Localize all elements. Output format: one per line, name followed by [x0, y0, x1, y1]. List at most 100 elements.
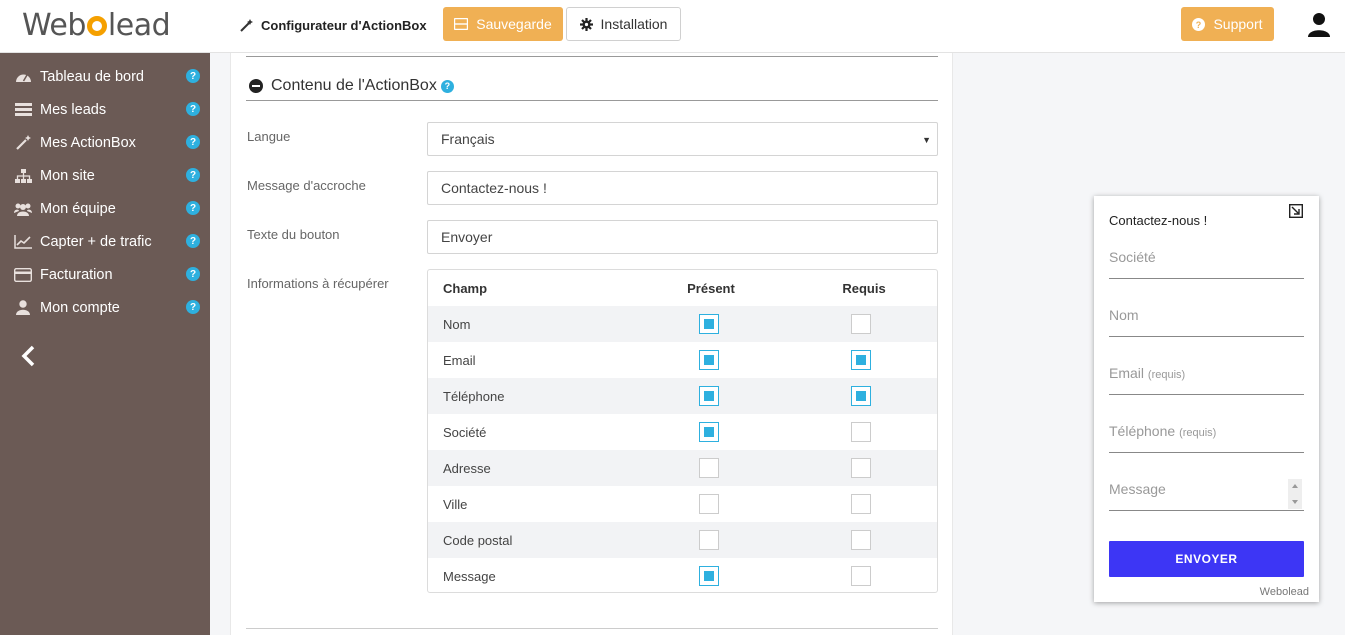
- champ-cell: Téléphone: [443, 388, 505, 404]
- chevron-down-icon: ▼: [922, 135, 931, 145]
- preview-field-label: Société: [1109, 249, 1156, 265]
- requis-checkbox[interactable]: [851, 350, 871, 370]
- user-account-icon[interactable]: [1306, 12, 1332, 38]
- actionbox-config-panel: Contenu de l'ActionBox ? Langue Français…: [230, 53, 953, 635]
- champ-cell: Adresse: [443, 460, 491, 476]
- actionbox-preview: Contactez-nous ! Société Nom Email (requis…: [1094, 196, 1319, 602]
- present-checkbox[interactable]: [699, 422, 719, 442]
- help-icon[interactable]: ?: [186, 102, 200, 116]
- bouton-text-input[interactable]: Envoyer: [427, 220, 938, 254]
- sidebar-item-tableau-de-bord[interactable]: Tableau de bord ?: [0, 60, 210, 93]
- sidebar-item-mon-compte[interactable]: Mon compte ?: [0, 291, 210, 324]
- required-note: (requis): [1179, 427, 1217, 439]
- support-button[interactable]: ? Support: [1181, 7, 1274, 41]
- table-row: Message: [428, 558, 937, 592]
- magic-wand-icon: [240, 19, 253, 32]
- save-icon: [454, 18, 469, 30]
- preview-field-label: Nom: [1109, 307, 1139, 323]
- scroll-spinner-icon[interactable]: [1288, 479, 1302, 509]
- table-row: Email: [428, 342, 937, 378]
- divider: [246, 100, 938, 101]
- requis-checkbox[interactable]: [851, 458, 871, 478]
- table-row: Adresse: [428, 450, 937, 486]
- present-checkbox[interactable]: [699, 314, 719, 334]
- column-header-champ: Champ: [443, 280, 488, 296]
- dashboard-icon: [15, 74, 31, 82]
- sidebar-item-mon-site[interactable]: Mon site ?: [0, 159, 210, 192]
- langue-select[interactable]: Français ▼: [427, 122, 938, 156]
- champ-cell: Code postal: [443, 532, 513, 548]
- save-button[interactable]: Sauvegarde: [443, 7, 563, 41]
- present-checkbox[interactable]: [699, 458, 719, 478]
- present-checkbox[interactable]: [699, 566, 719, 586]
- preview-field[interactable]: Email (requis): [1109, 365, 1304, 395]
- sidebar-item-facturation[interactable]: Facturation ?: [0, 258, 210, 291]
- sidebar-item-label: Mon équipe: [40, 200, 116, 217]
- requis-checkbox[interactable]: [851, 386, 871, 406]
- help-icon[interactable]: ?: [440, 79, 454, 93]
- top-bar: Web lead Configurateur d'ActionBox Sauveg…: [0, 0, 1345, 53]
- svg-text:?: ?: [1196, 20, 1202, 30]
- preview-brand: Webolead: [1259, 586, 1309, 598]
- sidebar-item-label: Facturation: [40, 266, 113, 283]
- preview-field[interactable]: Société: [1109, 249, 1304, 279]
- preview-field[interactable]: Message: [1109, 479, 1304, 511]
- save-button-label: Sauvegarde: [476, 16, 552, 32]
- minimize-icon[interactable]: [1289, 204, 1303, 218]
- sidebar-item-mon-equipe[interactable]: Mon équipe ?: [0, 192, 210, 225]
- present-checkbox[interactable]: [699, 494, 719, 514]
- present-checkbox[interactable]: [699, 350, 719, 370]
- champ-cell: Message: [443, 568, 496, 584]
- installation-button-label: Installation: [600, 16, 668, 32]
- sidebar-item-capter-trafic[interactable]: Capter + de trafic ?: [0, 225, 210, 258]
- requis-checkbox[interactable]: [851, 422, 871, 442]
- accroche-input[interactable]: Contactez-nous !: [427, 171, 938, 205]
- page-title: Configurateur d'ActionBox: [240, 18, 427, 33]
- question-icon: ?: [1192, 17, 1206, 31]
- column-header-present: Présent: [687, 280, 735, 296]
- divider: [246, 628, 938, 629]
- page-title-text: Configurateur d'ActionBox: [261, 18, 427, 33]
- sidebar-item-label: Capter + de trafic: [40, 233, 152, 250]
- webolead-logo[interactable]: Web lead: [22, 8, 171, 43]
- help-icon[interactable]: ?: [186, 300, 200, 314]
- sidebar-item-label: Mon compte: [40, 299, 120, 316]
- user-icon: [16, 300, 30, 315]
- section-header[interactable]: Contenu de l'ActionBox ?: [249, 77, 454, 95]
- sidebar-item-mes-leads[interactable]: Mes leads ?: [0, 93, 210, 126]
- users-icon: [14, 203, 32, 216]
- collapse-sidebar-icon[interactable]: [20, 345, 38, 367]
- installation-button[interactable]: Installation: [566, 7, 681, 41]
- gear-icon: [579, 17, 593, 31]
- champ-cell: Nom: [443, 316, 471, 332]
- help-icon[interactable]: ?: [186, 267, 200, 281]
- langue-select-value: Français: [441, 131, 495, 147]
- sidebar-item-label: Mes ActionBox: [40, 134, 136, 151]
- bouton-label: Texte du bouton: [247, 227, 340, 242]
- fields-table: Champ Présent Requis Nom Email Téléphone So…: [427, 269, 938, 593]
- preview-field-label: Email: [1109, 365, 1145, 381]
- help-icon[interactable]: ?: [186, 135, 200, 149]
- preview-submit-button[interactable]: ENVOYER: [1109, 541, 1304, 577]
- table-row: Ville: [428, 486, 937, 522]
- champ-cell: Ville: [443, 496, 468, 512]
- help-icon[interactable]: ?: [186, 234, 200, 248]
- present-checkbox[interactable]: [699, 386, 719, 406]
- requis-checkbox[interactable]: [851, 314, 871, 334]
- requis-checkbox[interactable]: [851, 494, 871, 514]
- sidebar-item-mes-actionbox[interactable]: Mes ActionBox ?: [0, 126, 210, 159]
- sidebar-item-label: Tableau de bord: [40, 68, 144, 85]
- help-icon[interactable]: ?: [186, 69, 200, 83]
- requis-checkbox[interactable]: [851, 566, 871, 586]
- preview-field[interactable]: Nom: [1109, 307, 1304, 337]
- present-checkbox[interactable]: [699, 530, 719, 550]
- sitemap-icon: [14, 168, 32, 183]
- bouton-text-input-value: Envoyer: [441, 229, 493, 245]
- collapse-section-icon[interactable]: [249, 79, 263, 93]
- accroche-input-value: Contactez-nous !: [441, 180, 547, 196]
- requis-checkbox[interactable]: [851, 530, 871, 550]
- help-icon[interactable]: ?: [186, 168, 200, 182]
- preview-field[interactable]: Téléphone (requis): [1109, 423, 1304, 453]
- help-icon[interactable]: ?: [186, 201, 200, 215]
- table-row: Nom: [428, 306, 937, 342]
